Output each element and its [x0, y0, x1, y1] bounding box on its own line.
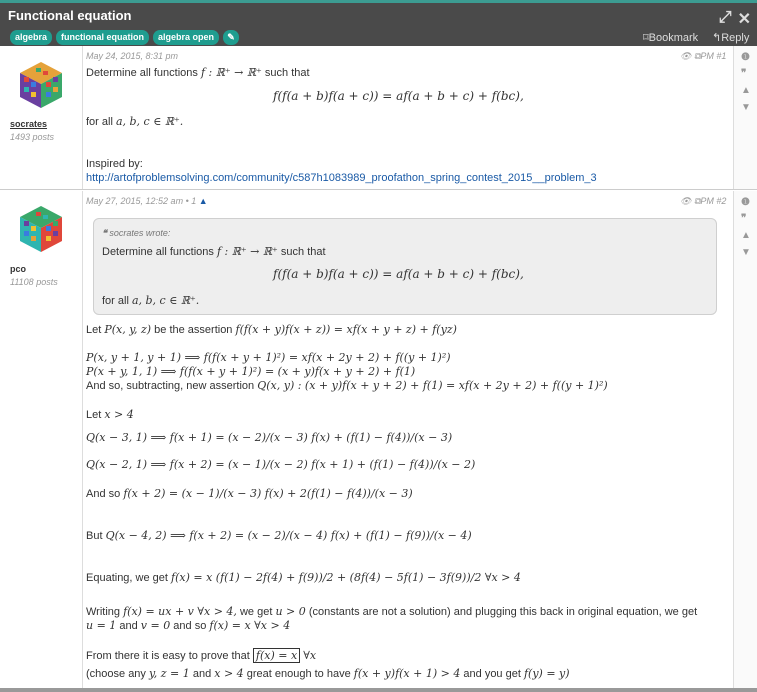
expand-icon[interactable]: ⤢ [719, 9, 732, 29]
source-link-text[interactable]: http://artofproblemsolving.com/community… [86, 172, 597, 184]
tag-functional-equation[interactable]: functional equation [56, 30, 150, 45]
eye-icon[interactable]: 👁 [680, 196, 691, 206]
post-text: u = 1 and v = 0 and so f(x) = x ∀x > 4 [86, 619, 291, 632]
quote-text: Determine all functions f : ℝ⁺ → ℝ⁺ such… [102, 245, 326, 258]
pencil-icon[interactable]: ✎ [223, 30, 240, 45]
equation-line: P(x + y, 1, 1) ⟹ f(f(x + y + 1)²) = (x +… [86, 365, 416, 378]
thread-header: Functional equation algebra functional e… [0, 0, 757, 46]
post-text: Equating, we get f(x) = x (f(1) − 2f(4) … [86, 571, 521, 584]
quote-text: for all a, b, c ∈ ℝ⁺. [102, 294, 200, 307]
quote-icon[interactable]: ❞ [741, 213, 746, 224]
post-text: But Q(x − 4, 2) ⟹ f(x + 2) = (x − 2)/(x … [86, 529, 472, 542]
tag-algebra-open[interactable]: algebra open [153, 30, 220, 45]
post-text: for all a, b, c ∈ ℝ⁺. [86, 115, 184, 128]
post-number[interactable]: 👁 ⧉PM #1 [680, 51, 726, 62]
post-author-column: socrates 1493 posts [0, 46, 83, 189]
thumbs-up-icon[interactable]: ▲ [741, 230, 751, 241]
equation-line: Q(x − 3, 1) ⟹ f(x + 1) = (x − 2)/(x − 3)… [86, 431, 453, 444]
bookmark-button[interactable]: ⌑Bookmark [643, 31, 698, 44]
quote-display-equation: f(f(a + b)f(a + c)) = af(a + b + c) + f(… [273, 267, 524, 281]
thumbs-down-icon[interactable]: ▼ [741, 102, 751, 113]
horizontal-scrollbar[interactable] [0, 688, 757, 692]
info-icon[interactable]: ❶ [741, 197, 750, 208]
thumbs-up-icon: ▲ [198, 196, 208, 206]
source-link[interactable]: http://artofproblemsolving.com/community… [86, 172, 597, 184]
eye-icon[interactable]: 👁 [680, 51, 691, 61]
bookmark-label: Bookmark [648, 32, 699, 44]
thumbs-down-icon[interactable]: ▼ [741, 247, 751, 258]
info-icon[interactable]: ❶ [741, 52, 750, 63]
display-equation: f(f(a + b)f(a + c)) = af(a + b + c) + f(… [273, 89, 524, 103]
post-count: 1493 posts [10, 132, 55, 142]
avatar[interactable] [18, 204, 64, 254]
post: socrates 1493 posts May 24, 2015, 8:31 p… [0, 46, 757, 190]
username[interactable]: socrates [10, 119, 47, 129]
window-controls: ⤢ ✕ [719, 9, 751, 29]
post-date: May 27, 2015, 12:52 am • 1 ▲ [86, 196, 208, 206]
avatar[interactable] [18, 60, 64, 110]
post-text: Let P(x, y, z) be the assertion f(f(x + … [86, 323, 457, 336]
post-text: And so, subtracting, new assertion Q(x, … [86, 379, 608, 392]
post-text: Let x > 4 [86, 408, 134, 421]
post-count: 11108 posts [10, 277, 58, 287]
reply-label: Reply [721, 32, 750, 44]
quote-icon[interactable]: ❞ [741, 68, 746, 79]
reply-button[interactable]: ↰Reply [712, 31, 749, 44]
thumbs-up-icon[interactable]: ▲ [741, 85, 751, 96]
post-actions: ❶ ❞ ▲ ▼ [733, 46, 757, 189]
post-text: Writing f(x) = ux + v ∀x > 4, we get u >… [86, 605, 698, 618]
post-number[interactable]: 👁 ⧉PM #2 [680, 196, 726, 207]
post-author-column: pco 11108 posts [0, 191, 83, 692]
quote-icon: ❝ [102, 228, 107, 238]
equation-line: Q(x − 2, 1) ⟹ f(x + 2) = (x − 1)/(x − 2)… [86, 458, 476, 471]
post-date: May 24, 2015, 8:31 pm [86, 51, 179, 61]
tag-algebra[interactable]: algebra [10, 30, 53, 45]
quote-block: ❝ socrates wrote: Determine all function… [93, 218, 717, 315]
post-actions: ❶ ❞ ▲ ▼ [733, 191, 757, 692]
post-text: Determine all functions f : ℝ⁺ → ℝ⁺ such… [86, 66, 310, 79]
post-text: (choose any y, z = 1 and x > 4 great eno… [86, 667, 570, 680]
post: pco 11108 posts May 27, 2015, 12:52 am •… [0, 191, 757, 692]
post-text: And so f(x + 2) = (x − 1)/(x − 3) f(x) +… [86, 487, 413, 500]
reply-icon: ↰ [712, 32, 722, 44]
thread-title: Functional equation [8, 8, 132, 23]
post-text: From there it is easy to prove that f(x)… [86, 648, 317, 663]
tag-list: algebra functional equation algebra open… [10, 30, 240, 45]
inspired-label: Inspired by: [86, 158, 143, 170]
equation-line: P(x, y + 1, y + 1) ⟹ f(f(x + y + 1)²) = … [86, 351, 451, 364]
quote-author: ❝ socrates wrote: [102, 228, 171, 238]
close-icon[interactable]: ✕ [738, 9, 751, 29]
username[interactable]: pco [10, 264, 26, 274]
